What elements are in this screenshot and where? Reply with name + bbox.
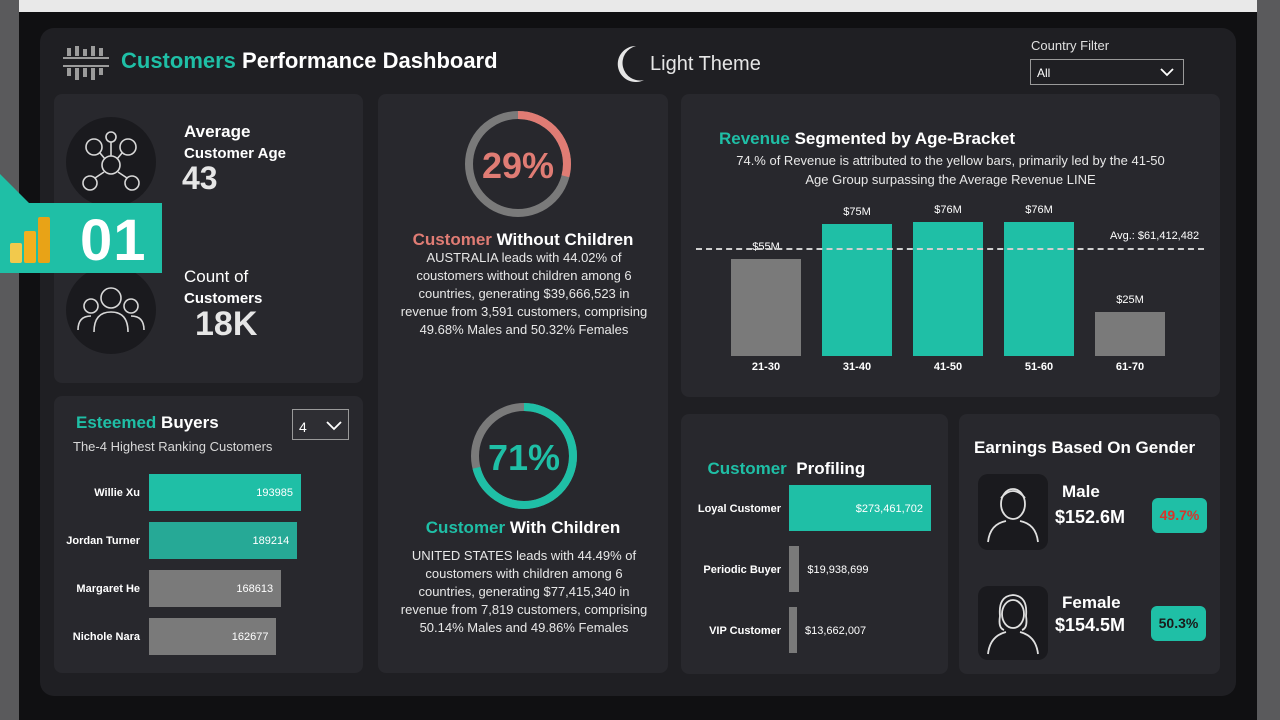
badge-number: 01: [80, 208, 147, 273]
buyer-value: 189214: [252, 535, 290, 547]
avg-age-label-1: Average: [184, 122, 251, 141]
revenue-bar: [822, 223, 892, 356]
buyers-title: Esteemed Buyers: [76, 413, 219, 433]
profiling-value: $273,461,702: [855, 503, 923, 515]
profiling-name: VIP Customer: [709, 625, 781, 637]
badge-corner: [0, 174, 30, 204]
revenue-category-label: 31-40: [842, 361, 872, 373]
male-pct-badge: 49.7%: [1152, 498, 1207, 533]
network-icon: [66, 117, 156, 207]
count-value: 18K: [195, 305, 258, 343]
buyer-value: 162677: [231, 631, 269, 643]
with-children-title-rest: With Children: [505, 518, 621, 537]
revenue-category-label: 61-70: [1115, 361, 1145, 373]
episode-badge: 01: [0, 203, 162, 273]
without-children-title: Customer Without Children: [378, 230, 668, 250]
profiling-name: Periodic Buyer: [703, 564, 781, 576]
country-filter-value: All: [1037, 66, 1051, 80]
buyer-name: Willie Xu: [94, 487, 140, 499]
gender-title-accent: Earnings: [974, 438, 1047, 457]
buyers-count-select[interactable]: 4: [292, 409, 349, 440]
female-pct-badge: 50.3%: [1151, 606, 1206, 641]
revenue-bar: [1095, 311, 1165, 356]
country-filter-select[interactable]: All: [1030, 59, 1184, 85]
revenue-average-line: [696, 247, 1204, 250]
female-avatar-icon: [978, 586, 1048, 660]
revenue-bar: [1004, 221, 1074, 356]
chevron-down-icon: [1160, 68, 1174, 77]
revenue-subtitle-2: Age Group surpassing the Average Revenue…: [805, 172, 1096, 187]
with-children-title-accent: Customer: [425, 518, 506, 537]
gender-title: Earnings Based On Gender: [974, 438, 1195, 458]
buyer-value: 168613: [236, 583, 274, 595]
profiling-title-rest: Profiling: [786, 459, 866, 478]
app-logo-icon: [61, 44, 111, 82]
revenue-bar-value: $76M: [1025, 203, 1053, 216]
revenue-bar: [913, 221, 983, 356]
with-children-text: UNITED STATES leads with 44.49% of coust…: [400, 548, 648, 635]
count-label-1: Count of: [184, 267, 249, 286]
buyers-title-rest: Buyers: [156, 413, 219, 432]
revenue-bar-value: $25M: [1116, 293, 1144, 306]
without-children-pct: 29%: [481, 145, 555, 186]
profiling-bar: [789, 607, 797, 653]
profiling-title: Customer Profiling: [698, 439, 865, 479]
revenue-subtitle-1: 74.% of Revenue is attributed to the yel…: [736, 153, 1165, 168]
without-children-title-accent: Customer: [412, 230, 492, 249]
avg-age-value: 43: [182, 160, 218, 196]
profiling-name: Loyal Customer: [697, 503, 781, 515]
revenue-category-label: 41-50: [933, 361, 963, 373]
revenue-title-rest: Segmented by Age-Bracket: [789, 129, 1016, 148]
profiling-bar: [789, 546, 800, 592]
profiling-value: $13,662,007: [805, 625, 867, 637]
title-accent: Customers: [121, 48, 236, 73]
male-value: $152.6M: [1055, 507, 1126, 527]
chevron-down-icon: [326, 421, 342, 431]
buyer-name: Jordan Turner: [66, 535, 140, 547]
with-children-pct: 71%: [487, 437, 561, 478]
female-label: Female: [1062, 593, 1121, 612]
buyers-title-accent: Esteemed: [76, 413, 157, 432]
country-filter-label: Country Filter: [1031, 38, 1110, 53]
revenue-title-accent: Revenue: [719, 129, 790, 148]
gender-title-rest: Based On Gender: [1046, 438, 1196, 457]
with-children-title: Customer With Children: [378, 518, 668, 538]
theme-toggle[interactable]: Light Theme: [616, 44, 761, 84]
powerbi-icon: [10, 217, 50, 263]
profiling-value: $19,938,699: [807, 564, 869, 576]
buyers-count-value: 4: [299, 419, 307, 435]
revenue-average-label: Avg.: $61,412,482: [1110, 230, 1200, 242]
profiling-title-accent: Customer: [707, 459, 787, 478]
without-children-title-rest: Without Children: [491, 230, 634, 249]
revenue-category-label: 21-30: [751, 361, 781, 373]
group-icon: [66, 266, 156, 354]
buyer-name: Margaret He: [76, 583, 140, 595]
page-title: Customers Performance Dashboard: [121, 48, 498, 74]
revenue-category-label: 51-60: [1024, 361, 1054, 373]
moon-icon: [617, 45, 644, 82]
buyers-subtitle: The-4 Highest Ranking Customers: [73, 439, 273, 454]
revenue-bar-value: $75M: [843, 205, 871, 218]
buyer-value: 193985: [256, 487, 293, 499]
title-rest: Performance Dashboard: [235, 48, 498, 73]
male-avatar-icon: [978, 474, 1048, 550]
revenue-bar-value: $76M: [934, 203, 962, 216]
without-children-text: AUSTRALIA leads with 44.02% of coustomer…: [400, 250, 648, 337]
female-value: $154.5M: [1055, 615, 1126, 635]
revenue-bar: [731, 258, 801, 356]
revenue-title: Revenue Segmented by Age-Bracket: [719, 129, 1015, 149]
male-label: Male: [1062, 482, 1100, 501]
buyer-name: Nichole Nara: [72, 631, 140, 643]
theme-label: Light Theme: [650, 52, 761, 75]
